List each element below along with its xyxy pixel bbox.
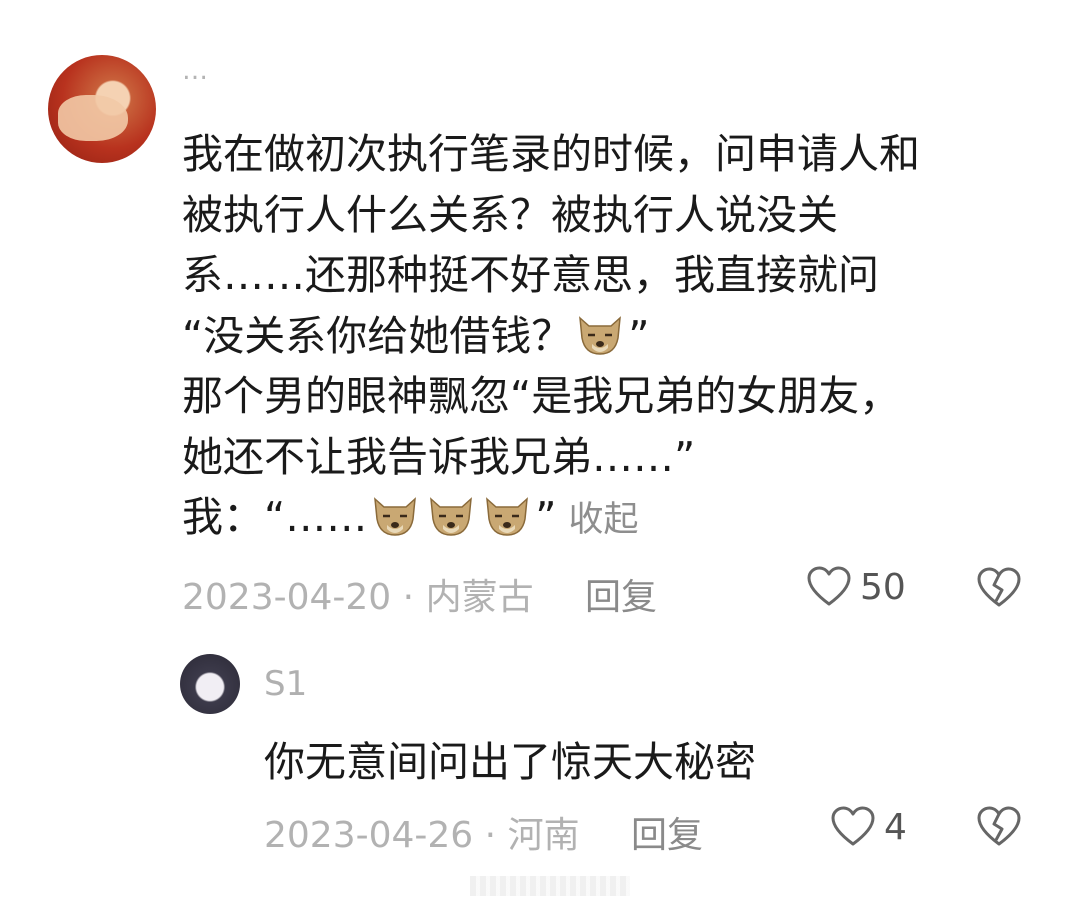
comment-line: 系……还那种挺不好意思，我直接就问 [182, 251, 879, 299]
reply-button[interactable]: 回复 [585, 577, 657, 618]
dog-face-emoji [430, 497, 473, 536]
comment-location: 河南 [507, 815, 580, 856]
collapse-button[interactable]: 收起 [569, 500, 639, 540]
broken-heart-icon [977, 806, 1021, 846]
comment-date: 2023-04-20 [182, 577, 392, 618]
like-count: 50 [860, 566, 906, 608]
comment-line: 我：“…… ” 收起 [182, 487, 1042, 548]
comment-line-text: “没关系你给她借钱？ [182, 311, 573, 360]
comment-line-text: 我：“…… [182, 493, 368, 541]
watermark [470, 876, 630, 896]
quote-close: ” [535, 493, 557, 541]
dislike-button[interactable] [976, 567, 1022, 609]
meta-separator: · [402, 577, 415, 618]
heart-outline-icon [807, 566, 851, 606]
avatar-detail [58, 95, 128, 141]
comment-line: 被执行人什么关系？被执行人说没关 [182, 190, 838, 239]
like-button[interactable]: 4 [830, 806, 907, 848]
comment-date: 2023-04-26 [264, 815, 474, 856]
meta-separator: · [484, 815, 497, 856]
like-count: 4 [884, 806, 907, 848]
dog-face-emoji [579, 315, 622, 355]
comment-meta: 2023-04-26 · 河南 回复 [264, 806, 703, 858]
comment-line: 她还不让我告诉我兄弟……” [182, 432, 696, 481]
comment-meta: 2023-04-20 · 内蒙古 回复 [182, 568, 657, 620]
dog-face-emoji [486, 497, 529, 536]
reply-button[interactable]: 回复 [631, 815, 703, 856]
comment-line: 那个男的眼神飘忽“是我兄弟的女朋友， [182, 372, 901, 420]
username[interactable]: S1 [264, 664, 307, 704]
broken-heart-icon [977, 567, 1021, 607]
comment-line: 我在做初次执行笔录的时候，问申请人和 [182, 130, 920, 178]
quote-close: ” [628, 311, 650, 360]
comment-text: 我在做初次执行笔录的时候，问申请人和 被执行人什么关系？被执行人说没关 系……还… [182, 124, 1042, 548]
username[interactable]: … [182, 56, 210, 86]
heart-outline-icon [831, 806, 875, 846]
like-button[interactable]: 50 [806, 566, 906, 608]
avatar[interactable] [48, 55, 156, 163]
dog-face-emoji [374, 497, 417, 536]
dislike-button[interactable] [976, 806, 1022, 848]
comment-location: 内蒙古 [425, 577, 534, 618]
avatar[interactable] [180, 654, 240, 714]
comment-line: “没关系你给她借钱？ ” [182, 306, 1042, 367]
reply-comment-text: 你无意间问出了惊天大秘密 [264, 738, 756, 786]
